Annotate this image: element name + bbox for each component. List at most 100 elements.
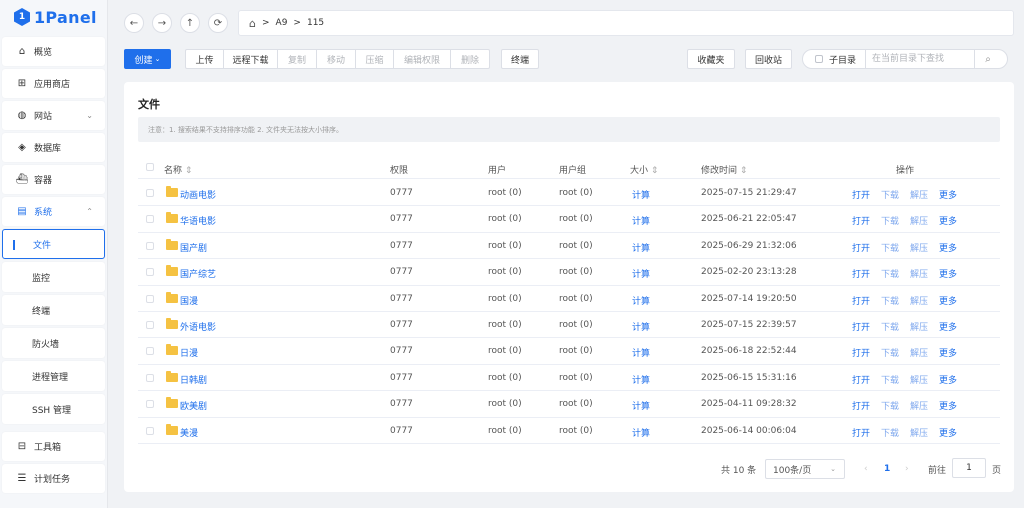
page-size-select[interactable]: 100条/页 ⌄ [765, 459, 845, 479]
sidebar-item-toolbox[interactable]: ⊟ 工具箱 [2, 432, 105, 461]
compress-button[interactable]: 压缩 [355, 49, 394, 69]
open-action[interactable]: 打开 [852, 241, 870, 254]
compute-size-link[interactable]: 计算 [632, 214, 650, 227]
open-action[interactable]: 打开 [852, 214, 870, 227]
path-segment[interactable]: 115 [307, 18, 324, 28]
open-action[interactable]: 打开 [852, 188, 870, 201]
open-action[interactable]: 打开 [852, 294, 870, 307]
more-action[interactable]: 更多 [939, 346, 957, 359]
table-row[interactable]: 日漫 0777 root (0) root (0) 计算 2025-06-18 22:52… [138, 338, 1000, 365]
extract-action[interactable]: 解压 [910, 294, 928, 307]
download-action[interactable]: 下载 [881, 426, 899, 439]
download-action[interactable]: 下载 [881, 267, 899, 280]
search-icon[interactable]: ⌕ [975, 54, 1001, 65]
open-action[interactable]: 打开 [852, 426, 870, 439]
refresh-button[interactable]: ⟳ [208, 13, 228, 33]
more-action[interactable]: 更多 [939, 426, 957, 439]
row-checkbox[interactable] [146, 347, 154, 356]
extract-action[interactable]: 解压 [910, 346, 928, 359]
download-action[interactable]: 下载 [881, 320, 899, 333]
file-name[interactable]: 国产综艺 [180, 267, 216, 280]
sidebar-subitem-process[interactable]: 进程管理 [2, 361, 105, 391]
extract-action[interactable]: 解压 [910, 399, 928, 412]
table-row[interactable]: 动画电影 0777 root (0) root (0) 计算 2025-07-15 21:… [138, 180, 1000, 207]
extract-action[interactable]: 解压 [910, 188, 928, 201]
open-action[interactable]: 打开 [852, 267, 870, 280]
terminal-button[interactable]: 终端 [501, 49, 539, 69]
table-row[interactable]: 国产剧 0777 root (0) root (0) 计算 2025-06-29 21:3… [138, 233, 1000, 260]
row-checkbox[interactable] [146, 294, 154, 303]
file-name[interactable]: 外语电影 [180, 320, 216, 333]
up-button[interactable]: ↑ [180, 13, 200, 33]
extract-action[interactable]: 解压 [910, 214, 928, 227]
more-action[interactable]: 更多 [939, 320, 957, 333]
more-action[interactable]: 更多 [939, 267, 957, 280]
table-row[interactable]: 美漫 0777 root (0) root (0) 计算 2025-06-14 00:06… [138, 418, 1000, 444]
more-action[interactable]: 更多 [939, 294, 957, 307]
remote-download-button[interactable]: 远程下载 [223, 49, 278, 69]
download-action[interactable]: 下载 [881, 214, 899, 227]
compute-size-link[interactable]: 计算 [632, 294, 650, 307]
select-all-checkbox[interactable] [146, 163, 154, 171]
goto-page-input[interactable]: 1 [952, 458, 986, 478]
sidebar-item-appstore[interactable]: ⊞ 应用商店 [2, 69, 105, 98]
row-checkbox[interactable] [146, 268, 154, 277]
page-number-current[interactable]: 1 [884, 459, 890, 479]
file-name[interactable]: 日漫 [180, 346, 198, 359]
download-action[interactable]: 下载 [881, 399, 899, 412]
row-checkbox[interactable] [146, 189, 154, 197]
upload-button[interactable]: 上传 [185, 49, 224, 69]
path-segment[interactable]: A9 [276, 18, 288, 28]
extract-action[interactable]: 解压 [910, 373, 928, 386]
file-name[interactable]: 美漫 [180, 426, 198, 439]
more-action[interactable]: 更多 [939, 241, 957, 254]
sidebar-item-overview[interactable]: ⌂ 概览 [2, 37, 105, 66]
compute-size-link[interactable]: 计算 [632, 373, 650, 386]
open-action[interactable]: 打开 [852, 346, 870, 359]
row-checkbox[interactable] [146, 241, 154, 250]
download-action[interactable]: 下载 [881, 346, 899, 359]
sidebar-item-website[interactable]: ◍ 网站 ⌄ [2, 101, 105, 130]
compute-size-link[interactable]: 计算 [632, 188, 650, 201]
open-action[interactable]: 打开 [852, 399, 870, 412]
sidebar-item-database[interactable]: ◈ 数据库 [2, 133, 105, 162]
download-action[interactable]: 下载 [881, 241, 899, 254]
row-checkbox[interactable] [146, 215, 154, 224]
file-name[interactable]: 国漫 [180, 294, 198, 307]
move-button[interactable]: 移动 [316, 49, 356, 69]
extract-action[interactable]: 解压 [910, 241, 928, 254]
row-checkbox[interactable] [146, 320, 154, 329]
table-row[interactable]: 华语电影 0777 root (0) root (0) 计算 2025-06-21 22:… [138, 206, 1000, 233]
download-action[interactable]: 下载 [881, 373, 899, 386]
home-icon[interactable]: ⌂ [249, 17, 256, 30]
table-row[interactable]: 欧美剧 0777 root (0) root (0) 计算 2025-04-11 09:2… [138, 391, 1000, 418]
download-action[interactable]: 下载 [881, 294, 899, 307]
compute-size-link[interactable]: 计算 [632, 346, 650, 359]
extract-action[interactable]: 解压 [910, 320, 928, 333]
more-action[interactable]: 更多 [939, 214, 957, 227]
table-row[interactable]: 日韩剧 0777 root (0) root (0) 计算 2025-06-15 15:3… [138, 365, 1000, 392]
search-input[interactable] [866, 50, 975, 68]
logo[interactable]: 1 1Panel [0, 0, 107, 34]
path-bar[interactable]: ⌂ > A9 > 115 [238, 10, 1014, 36]
extract-action[interactable]: 解压 [910, 426, 928, 439]
file-name[interactable]: 日韩剧 [180, 373, 207, 386]
header-mtime[interactable]: 修改时间 ⇕ [701, 163, 747, 176]
prev-page-button[interactable]: ‹ [864, 459, 868, 479]
delete-button[interactable]: 删除 [450, 49, 490, 69]
sidebar-subitem-firewall[interactable]: 防火墙 [2, 328, 105, 358]
header-size[interactable]: 大小 ⇕ [630, 163, 658, 176]
file-name[interactable]: 华语电影 [180, 214, 216, 227]
copy-button[interactable]: 复制 [277, 49, 317, 69]
compute-size-link[interactable]: 计算 [632, 267, 650, 280]
sidebar-item-system[interactable]: ▤ 系统 ⌃ [2, 197, 105, 226]
table-row[interactable]: 外语电影 0777 root (0) root (0) 计算 2025-07-15 22:… [138, 312, 1000, 339]
edit-permission-button[interactable]: 编辑权限 [393, 49, 451, 69]
subdir-checkbox[interactable] [815, 55, 823, 63]
sidebar-item-cron[interactable]: ☰ 计划任务 [2, 464, 105, 493]
recycle-bin-button[interactable]: 回收站 [745, 49, 792, 69]
file-name[interactable]: 动画电影 [180, 188, 216, 201]
row-checkbox[interactable] [146, 373, 154, 382]
sidebar-item-container[interactable]: ⛴ 容器 [2, 165, 105, 194]
download-action[interactable]: 下载 [881, 188, 899, 201]
